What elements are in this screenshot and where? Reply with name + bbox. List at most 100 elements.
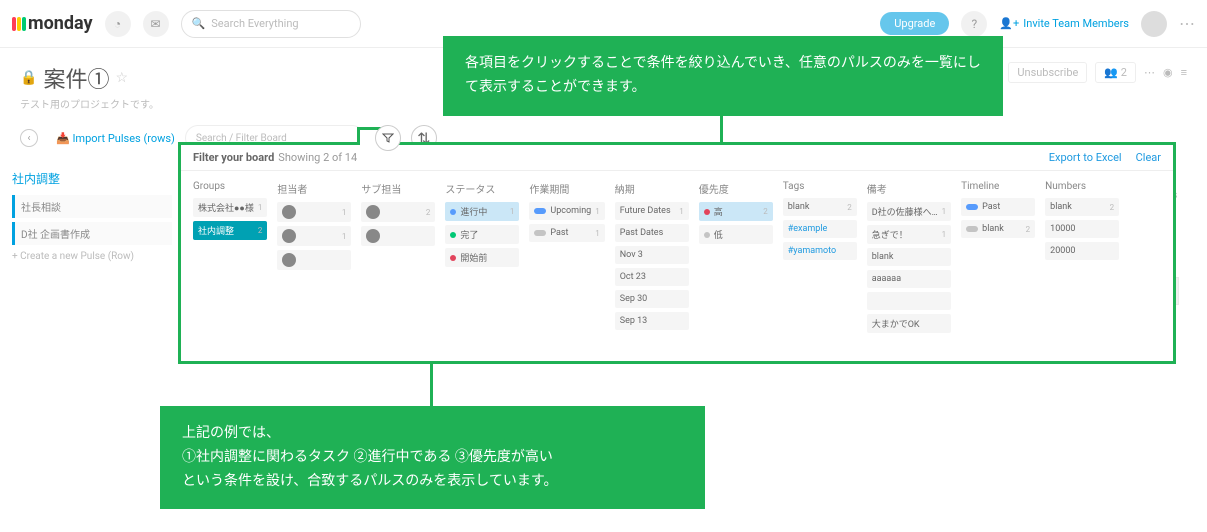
filter-chip[interactable]: #example xyxy=(783,220,857,238)
invite-link[interactable]: 👤+ Invite Team Members xyxy=(999,17,1129,30)
filter-column-label: Groups xyxy=(193,181,267,192)
chip-count: 1 xyxy=(595,207,600,216)
chip-label: Sep 13 xyxy=(620,316,648,326)
filter-column-numbers: Numbers blank 2 10000 20000 xyxy=(1045,181,1119,337)
chip-count: 2 xyxy=(426,208,431,217)
chip-count: 1 xyxy=(942,207,947,216)
filter-chip[interactable]: Oct 23 xyxy=(615,268,689,286)
filter-chip[interactable]: 急ぎで！1 xyxy=(867,225,951,244)
chip-label: D社の佐藤様へ… xyxy=(872,205,938,218)
filter-column-label: Numbers xyxy=(1045,181,1119,192)
inbox-icon[interactable]: ✉ xyxy=(143,11,169,37)
chip-count: 2 xyxy=(847,203,852,212)
status-dot-icon xyxy=(450,209,456,215)
filter-column-note: 備考D社の佐藤様へ…1急ぎで！1blankaaaaaa大まかでOK xyxy=(867,181,951,337)
timeline-pill-icon xyxy=(534,208,546,214)
filter-chip[interactable]: D社の佐藤様へ… 1 xyxy=(867,202,951,221)
filter-icon[interactable] xyxy=(375,125,401,151)
filter-chip[interactable]: 進行中 1 xyxy=(445,202,519,221)
filter-chip[interactable]: blank2 xyxy=(961,220,1035,238)
activity-icon[interactable]: ◉ xyxy=(1163,66,1173,79)
clear-filter-link[interactable]: Clear xyxy=(1136,151,1161,164)
import-pulses-link[interactable]: 📥 Import Pulses (rows) xyxy=(56,132,175,145)
chip-count: 1 xyxy=(510,207,515,216)
menu-lines-icon[interactable]: ≡ xyxy=(1181,66,1187,79)
filter-column-owner: 担当者 1 1 xyxy=(277,181,351,337)
filter-chip[interactable]: Past Dates xyxy=(615,224,689,242)
avatar-icon xyxy=(282,229,296,243)
filter-column-label: Tags xyxy=(783,181,857,192)
filter-chip[interactable]: Nov 3 xyxy=(615,246,689,264)
filter-chip[interactable]: 開始前 xyxy=(445,248,519,267)
more-icon[interactable]: ⋯ xyxy=(1144,66,1155,79)
filter-chip[interactable]: 10000 xyxy=(1045,220,1119,238)
filter-chip[interactable]: 2 xyxy=(361,202,435,222)
filter-chip[interactable]: 高2 xyxy=(699,202,773,221)
filter-panel: Filter your board Showing 2 of 14 Export… xyxy=(178,142,1176,364)
search-placeholder: Search Everything xyxy=(211,17,298,30)
chip-label: blank xyxy=(788,202,810,212)
logo-mark-icon xyxy=(12,17,26,31)
chip-count: 2 xyxy=(1110,203,1115,212)
filter-column-label: 担当者 xyxy=(277,181,351,196)
filter-chip[interactable] xyxy=(867,292,951,310)
avatar-icon xyxy=(282,205,296,219)
filter-chip[interactable]: aaaaaa xyxy=(867,270,951,288)
filter-chip[interactable] xyxy=(361,226,435,246)
chip-label: Past xyxy=(550,228,568,238)
people-count[interactable]: 👥 2 xyxy=(1095,62,1136,83)
filter-chip[interactable]: Sep 30 xyxy=(615,290,689,308)
filter-column-label: Timeline xyxy=(961,181,1035,192)
filter-chip[interactable]: Future Dates1 xyxy=(615,202,689,220)
chip-label: 10000 xyxy=(1050,224,1075,234)
lock-icon: 🔒 xyxy=(20,70,37,86)
chip-label: #example xyxy=(788,224,828,234)
pulse-row[interactable]: 社長相談 xyxy=(12,195,172,218)
export-excel-link[interactable]: Export to Excel xyxy=(1049,151,1122,164)
filter-chip[interactable]: #yamamoto xyxy=(783,242,857,260)
filter-chip[interactable]: Sep 13 xyxy=(615,312,689,330)
global-search[interactable]: 🔍 Search Everything xyxy=(181,10,361,38)
chip-label: Upcoming xyxy=(550,206,591,216)
group-name[interactable]: 社内調整 xyxy=(12,170,172,187)
filter-chip[interactable]: 完了 xyxy=(445,225,519,244)
filter-body: Groups株式会社●●様1社内調整2担当者11サブ担当2ステータス進行中1完了… xyxy=(181,171,1173,347)
filter-chip[interactable]: 株式会社●●様1 xyxy=(193,198,267,217)
search-icon: 🔍 xyxy=(192,17,206,30)
help-icon[interactable]: ? xyxy=(961,11,987,37)
filter-chip[interactable]: 社内調整2 xyxy=(193,221,267,240)
board-title[interactable]: 案件① xyxy=(43,62,109,94)
back-icon[interactable]: ‹ xyxy=(20,129,38,147)
filter-column-priority: 優先度高2低 xyxy=(699,181,773,337)
user-avatar[interactable] xyxy=(1141,11,1167,37)
chip-label: 低 xyxy=(714,228,723,241)
chip-label: 開始前 xyxy=(460,251,487,264)
pulse-row[interactable]: D社 企画書作成 xyxy=(12,222,172,245)
filter-chip[interactable]: blank xyxy=(867,248,951,266)
filter-chip[interactable]: 20000 xyxy=(1045,242,1119,260)
filter-chip[interactable]: 1 xyxy=(277,226,351,246)
chip-label: 進行中 xyxy=(460,205,487,218)
filter-column-period: 作業期間Upcoming1Past1 xyxy=(529,181,604,337)
chip-label: blank xyxy=(1050,202,1072,212)
filter-chip[interactable] xyxy=(277,250,351,270)
chip-label: 大まかでOK xyxy=(872,317,920,330)
filter-chip[interactable]: Past1 xyxy=(529,224,604,242)
bell-icon[interactable]: ◔ xyxy=(105,11,131,37)
star-icon[interactable]: ☆ xyxy=(115,70,128,86)
filter-chip[interactable]: 低 xyxy=(699,225,773,244)
filter-chip[interactable]: blank 2 xyxy=(1045,198,1119,216)
chip-label: aaaaaa xyxy=(872,274,901,284)
upgrade-button[interactable]: Upgrade xyxy=(880,12,949,35)
filter-chip[interactable]: blank 2 xyxy=(783,198,857,216)
create-pulse-link[interactable]: + Create a new Pulse (Row) xyxy=(12,251,172,262)
menu-icon[interactable]: ⋯ xyxy=(1179,14,1195,33)
filter-chip[interactable]: Past xyxy=(961,198,1035,216)
chip-label: Future Dates xyxy=(620,206,671,216)
filter-chip[interactable]: 1 xyxy=(277,202,351,222)
filter-chip[interactable]: Upcoming 1 xyxy=(529,202,604,220)
filter-chip[interactable]: 大まかでOK xyxy=(867,314,951,333)
avatar-icon xyxy=(282,253,296,267)
timeline-pill-icon xyxy=(966,226,978,232)
unsubscribe-button[interactable]: Unsubscribe xyxy=(1008,62,1087,83)
